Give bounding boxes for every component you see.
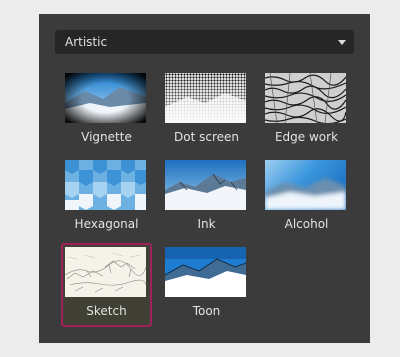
effect-label: Sketch — [86, 304, 127, 318]
filter-category-select[interactable]: Artistic — [55, 30, 354, 54]
effect-label: Vignette — [81, 130, 132, 144]
effect-label: Hexagonal — [74, 217, 139, 231]
effect-label: Ink — [197, 217, 216, 231]
effect-tile-alcohol[interactable]: Alcohol — [261, 156, 352, 240]
edge-work-thumbnail — [265, 73, 346, 123]
toon-thumbnail — [165, 247, 246, 297]
effect-tile-dot-screen[interactable]: Dot screen — [161, 69, 252, 153]
effect-label: Toon — [192, 304, 221, 318]
effect-tile-hexagonal[interactable]: Hexagonal — [61, 156, 152, 240]
filter-panel: Artistic Vignette Dot screen Edge work H… — [39, 14, 370, 343]
effect-tile-vignette[interactable]: Vignette — [61, 69, 152, 153]
effect-tile-toon[interactable]: Toon — [161, 243, 252, 327]
caret-down-icon — [338, 40, 346, 45]
effect-label: Dot screen — [174, 130, 239, 144]
effect-tile-sketch[interactable]: Sketch — [61, 243, 152, 327]
ink-thumbnail — [165, 160, 246, 210]
vignette-thumbnail — [65, 73, 146, 123]
hexagonal-thumbnail — [65, 160, 146, 210]
dot-screen-thumbnail — [165, 73, 246, 123]
filter-category-value: Artistic — [65, 35, 108, 49]
effect-label: Alcohol — [284, 217, 329, 231]
alcohol-thumbnail — [265, 160, 346, 210]
sketch-thumbnail — [65, 247, 146, 297]
effect-label: Edge work — [274, 130, 339, 144]
effect-tile-ink[interactable]: Ink — [161, 156, 252, 240]
effect-tile-edge-work[interactable]: Edge work — [261, 69, 352, 153]
